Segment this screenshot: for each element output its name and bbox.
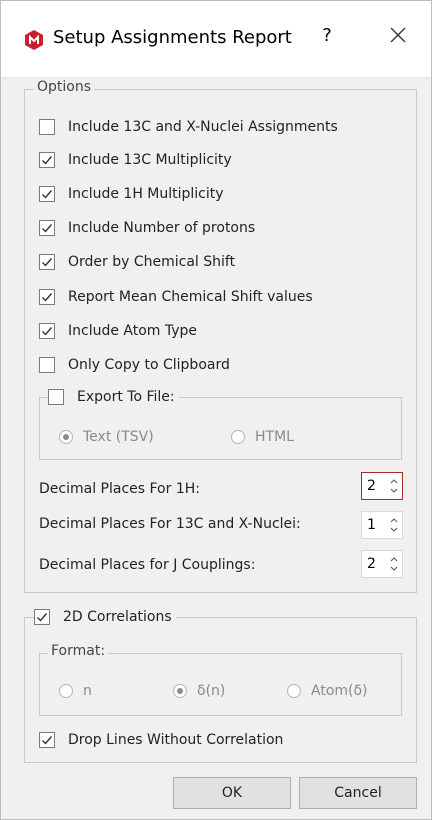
checkbox-label: Drop Lines Without Correlation — [68, 732, 284, 748]
mnova-app-icon — [25, 30, 43, 50]
spinbox-value: 1 — [367, 517, 376, 533]
decimal-j-label: Decimal Places for J Couplings: — [39, 557, 256, 573]
options-legend: Options — [34, 79, 95, 95]
checkbox-order-by-chemical-shift[interactable]: Order by Chemical Shift — [39, 251, 235, 273]
window-title: Setup Assignments Report — [53, 27, 292, 48]
checkbox-label: Report Mean Chemical Shift values — [68, 289, 313, 305]
radio-text-tsv[interactable]: Text (TSV) — [59, 427, 154, 447]
checkbox-label: Export To File: — [77, 389, 175, 405]
setup-assignments-report-dialog: Setup Assignments Report ? Options Inclu… — [0, 0, 432, 820]
checkbox-box[interactable] — [34, 609, 50, 625]
decimal-13c-spinbox[interactable]: 1 — [361, 511, 403, 539]
close-icon[interactable] — [385, 21, 411, 49]
checkbox-box[interactable] — [39, 254, 55, 270]
spinbox-value: 2 — [367, 556, 376, 572]
checkmark-icon — [42, 156, 53, 165]
checkbox-label: Include 1H Multiplicity — [68, 186, 224, 202]
checkbox-box[interactable] — [39, 119, 55, 135]
checkbox-box[interactable] — [39, 289, 55, 305]
help-button[interactable]: ? — [317, 25, 337, 46]
decimal-1h-spinbox[interactable]: 2 — [361, 472, 403, 500]
checkbox-include-number-of-protons[interactable]: Include Number of protons — [39, 217, 255, 239]
spin-arrows-icon[interactable] — [389, 554, 399, 574]
radio-format-n[interactable]: n — [59, 681, 92, 701]
checkbox-include-atom-type[interactable]: Include Atom Type — [39, 320, 197, 342]
checkbox-box[interactable] — [39, 220, 55, 236]
radio-button[interactable] — [231, 430, 245, 444]
checkbox-2d-correlations[interactable]: 2D Correlations — [34, 606, 176, 628]
checkmark-icon — [42, 190, 53, 199]
radio-format-delta-n[interactable]: δ(n) — [173, 681, 225, 701]
title-bar: Setup Assignments Report ? — [1, 1, 431, 78]
checkbox-label: Include Atom Type — [68, 323, 198, 339]
radio-label: n — [83, 683, 92, 699]
checkbox-label: Include 13C and X-Nuclei Assignments — [68, 119, 338, 135]
checkbox-label: Include 13C Multiplicity — [68, 152, 232, 168]
checkbox-box[interactable] — [39, 323, 55, 339]
checkbox-export-to-file[interactable]: Export To File: — [48, 386, 179, 408]
checkbox-include-1h-multiplicity[interactable]: Include 1H Multiplicity — [39, 183, 224, 205]
spin-arrows-icon[interactable] — [389, 476, 399, 496]
checkbox-label: 2D Correlations — [63, 609, 172, 625]
radio-button[interactable] — [173, 684, 187, 698]
checkbox-report-mean-shift[interactable]: Report Mean Chemical Shift values — [39, 286, 313, 308]
checkbox-label: Include Number of protons — [68, 220, 256, 236]
cancel-button[interactable]: Cancel — [299, 777, 417, 809]
checkmark-icon — [42, 293, 53, 302]
checkbox-box[interactable] — [48, 389, 64, 405]
decimal-13c-label: Decimal Places For 13C and X-Nuclei: — [39, 516, 301, 532]
radio-button[interactable] — [59, 684, 73, 698]
checkmark-icon — [42, 224, 53, 233]
checkmark-icon — [37, 613, 48, 622]
checkbox-box[interactable] — [39, 152, 55, 168]
radio-label: HTML — [255, 429, 294, 445]
spin-arrows-icon[interactable] — [389, 515, 399, 535]
checkmark-icon — [42, 327, 53, 336]
checkbox-label: Only Copy to Clipboard — [68, 357, 230, 373]
format-legend: Format: — [48, 643, 109, 659]
radio-label: Atom(δ) — [311, 683, 368, 699]
radio-label: Text (TSV) — [83, 429, 154, 445]
radio-button[interactable] — [287, 684, 301, 698]
spinbox-value: 2 — [367, 478, 376, 494]
checkbox-include-13c-x-nuclei[interactable]: Include 13C and X-Nuclei Assignments — [39, 116, 338, 138]
checkbox-include-13c-multiplicity[interactable]: Include 13C Multiplicity — [39, 149, 232, 171]
radio-html[interactable]: HTML — [231, 427, 294, 447]
checkmark-icon — [42, 258, 53, 267]
checkbox-box[interactable] — [39, 357, 55, 373]
checkbox-box[interactable] — [39, 732, 55, 748]
checkbox-drop-lines[interactable]: Drop Lines Without Correlation — [39, 729, 283, 751]
decimal-j-spinbox[interactable]: 2 — [361, 550, 403, 578]
checkbox-only-copy-to-clipboard[interactable]: Only Copy to Clipboard — [39, 354, 230, 376]
radio-format-atom-delta[interactable]: Atom(δ) — [287, 681, 368, 701]
checkmark-icon — [42, 736, 53, 745]
checkbox-label: Order by Chemical Shift — [68, 254, 236, 270]
checkbox-box[interactable] — [39, 186, 55, 202]
ok-button[interactable]: OK — [173, 777, 291, 809]
radio-button[interactable] — [59, 430, 73, 444]
decimal-1h-label: Decimal Places For 1H: — [39, 481, 200, 497]
radio-label: δ(n) — [197, 683, 226, 699]
